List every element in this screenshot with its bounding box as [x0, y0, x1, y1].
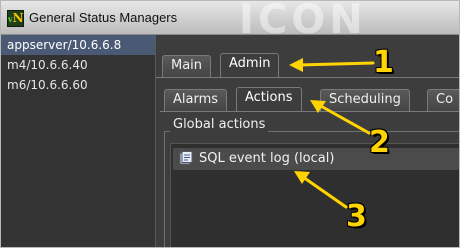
server-item-appserver[interactable]: appserver/10.6.6.8: [1, 35, 155, 55]
tab-actions[interactable]: Actions: [236, 87, 302, 111]
tab-admin[interactable]: Admin: [220, 53, 280, 77]
tab-alarms[interactable]: Alarms: [164, 89, 228, 111]
annotation-number-2: 2: [369, 125, 390, 160]
server-item-m4[interactable]: m4/10.6.6.40: [1, 55, 155, 75]
tab-main[interactable]: Main: [162, 55, 212, 77]
window-title: General Status Managers: [29, 10, 178, 25]
main-panel: Main Admin Alarms Actions Scheduling Co …: [156, 35, 459, 247]
actions-list: SQL event log (local): [170, 143, 459, 247]
action-item-sql-event-log[interactable]: SQL event log (local): [173, 148, 459, 170]
app-window: vN General Status Managers ICON appserve…: [0, 0, 460, 248]
server-list: appserver/10.6.6.8 m4/10.6.6.40 m6/10.6.…: [1, 35, 156, 247]
tab-co-truncated[interactable]: Co: [427, 89, 459, 111]
tab-scheduling[interactable]: Scheduling: [320, 89, 410, 111]
title-bar: vN General Status Managers ICON: [1, 1, 459, 43]
top-tab-divider: [156, 77, 459, 78]
annotation-number-1: 1: [373, 45, 394, 80]
logo-letter: N: [12, 11, 24, 25]
sub-tab-divider: [160, 111, 459, 112]
server-item-m6[interactable]: m6/10.6.6.60: [1, 75, 155, 95]
app-logo-icon: vN: [7, 10, 24, 27]
action-label: SQL event log (local): [199, 151, 335, 166]
group-title: Global actions: [170, 117, 269, 132]
database-icon: [179, 151, 193, 165]
annotation-number-3: 3: [346, 199, 367, 234]
